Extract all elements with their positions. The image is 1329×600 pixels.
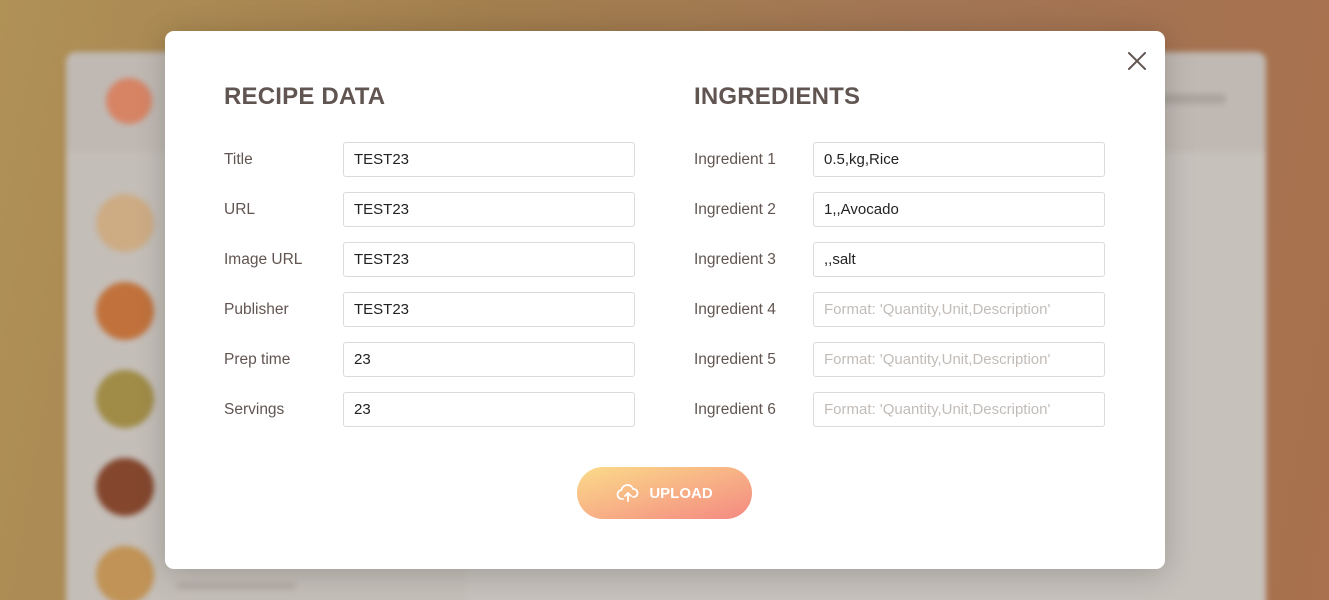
close-icon <box>1128 52 1146 70</box>
form-row-ingredient-2: Ingredient 2 <box>694 192 1105 227</box>
title-label: Title <box>224 150 253 168</box>
title-input[interactable] <box>343 142 635 177</box>
form-row-ingredient-6: Ingredient 6 <box>694 392 1105 427</box>
image-url-input[interactable] <box>343 242 635 277</box>
form-row-image-url: Image URL <box>224 242 635 277</box>
servings-input[interactable] <box>343 392 635 427</box>
ingredient-6-input[interactable] <box>813 392 1105 427</box>
ingredient-2-label: Ingredient 2 <box>694 200 776 218</box>
ingredient-4-label: Ingredient 4 <box>694 300 776 318</box>
publisher-label: Publisher <box>224 300 289 318</box>
form-row-ingredient-3: Ingredient 3 <box>694 242 1105 277</box>
prep-time-input[interactable] <box>343 342 635 377</box>
ingredients-column: INGREDIENTS Ingredient 1 Ingredient 2 In… <box>694 83 1105 442</box>
ingredient-2-input[interactable] <box>813 192 1105 227</box>
ingredients-heading: INGREDIENTS <box>694 83 861 110</box>
form-row-ingredient-5: Ingredient 5 <box>694 342 1105 377</box>
form-row-prep-time: Prep time <box>224 342 635 377</box>
form-row-publisher: Publisher <box>224 292 635 327</box>
form-row-servings: Servings <box>224 392 635 427</box>
ingredient-3-input[interactable] <box>813 242 1105 277</box>
recipe-data-column: RECIPE DATA Title URL Image URL Publishe… <box>224 83 635 442</box>
form-row-ingredient-1: Ingredient 1 <box>694 142 1105 177</box>
form-row-ingredient-4: Ingredient 4 <box>694 292 1105 327</box>
recipe-data-heading: RECIPE DATA <box>224 83 386 110</box>
ingredient-4-input[interactable] <box>813 292 1105 327</box>
cloud-upload-icon <box>616 481 640 505</box>
form-row-title: Title <box>224 142 635 177</box>
ingredient-5-label: Ingredient 5 <box>694 350 776 368</box>
upload-button[interactable]: UPLOAD <box>577 467 752 519</box>
ingredient-5-input[interactable] <box>813 342 1105 377</box>
url-input[interactable] <box>343 192 635 227</box>
ingredient-1-input[interactable] <box>813 142 1105 177</box>
add-recipe-modal: RECIPE DATA Title URL Image URL Publishe… <box>165 31 1165 569</box>
url-label: URL <box>224 200 256 218</box>
ingredient-3-label: Ingredient 3 <box>694 250 776 268</box>
publisher-input[interactable] <box>343 292 635 327</box>
servings-label: Servings <box>224 400 285 418</box>
close-button[interactable] <box>1125 49 1149 73</box>
prep-time-label: Prep time <box>224 350 291 368</box>
upload-label: UPLOAD <box>649 484 713 502</box>
ingredient-6-label: Ingredient 6 <box>694 400 776 418</box>
form-row-url: URL <box>224 192 635 227</box>
image-url-label: Image URL <box>224 250 303 268</box>
ingredient-1-label: Ingredient 1 <box>694 150 776 168</box>
